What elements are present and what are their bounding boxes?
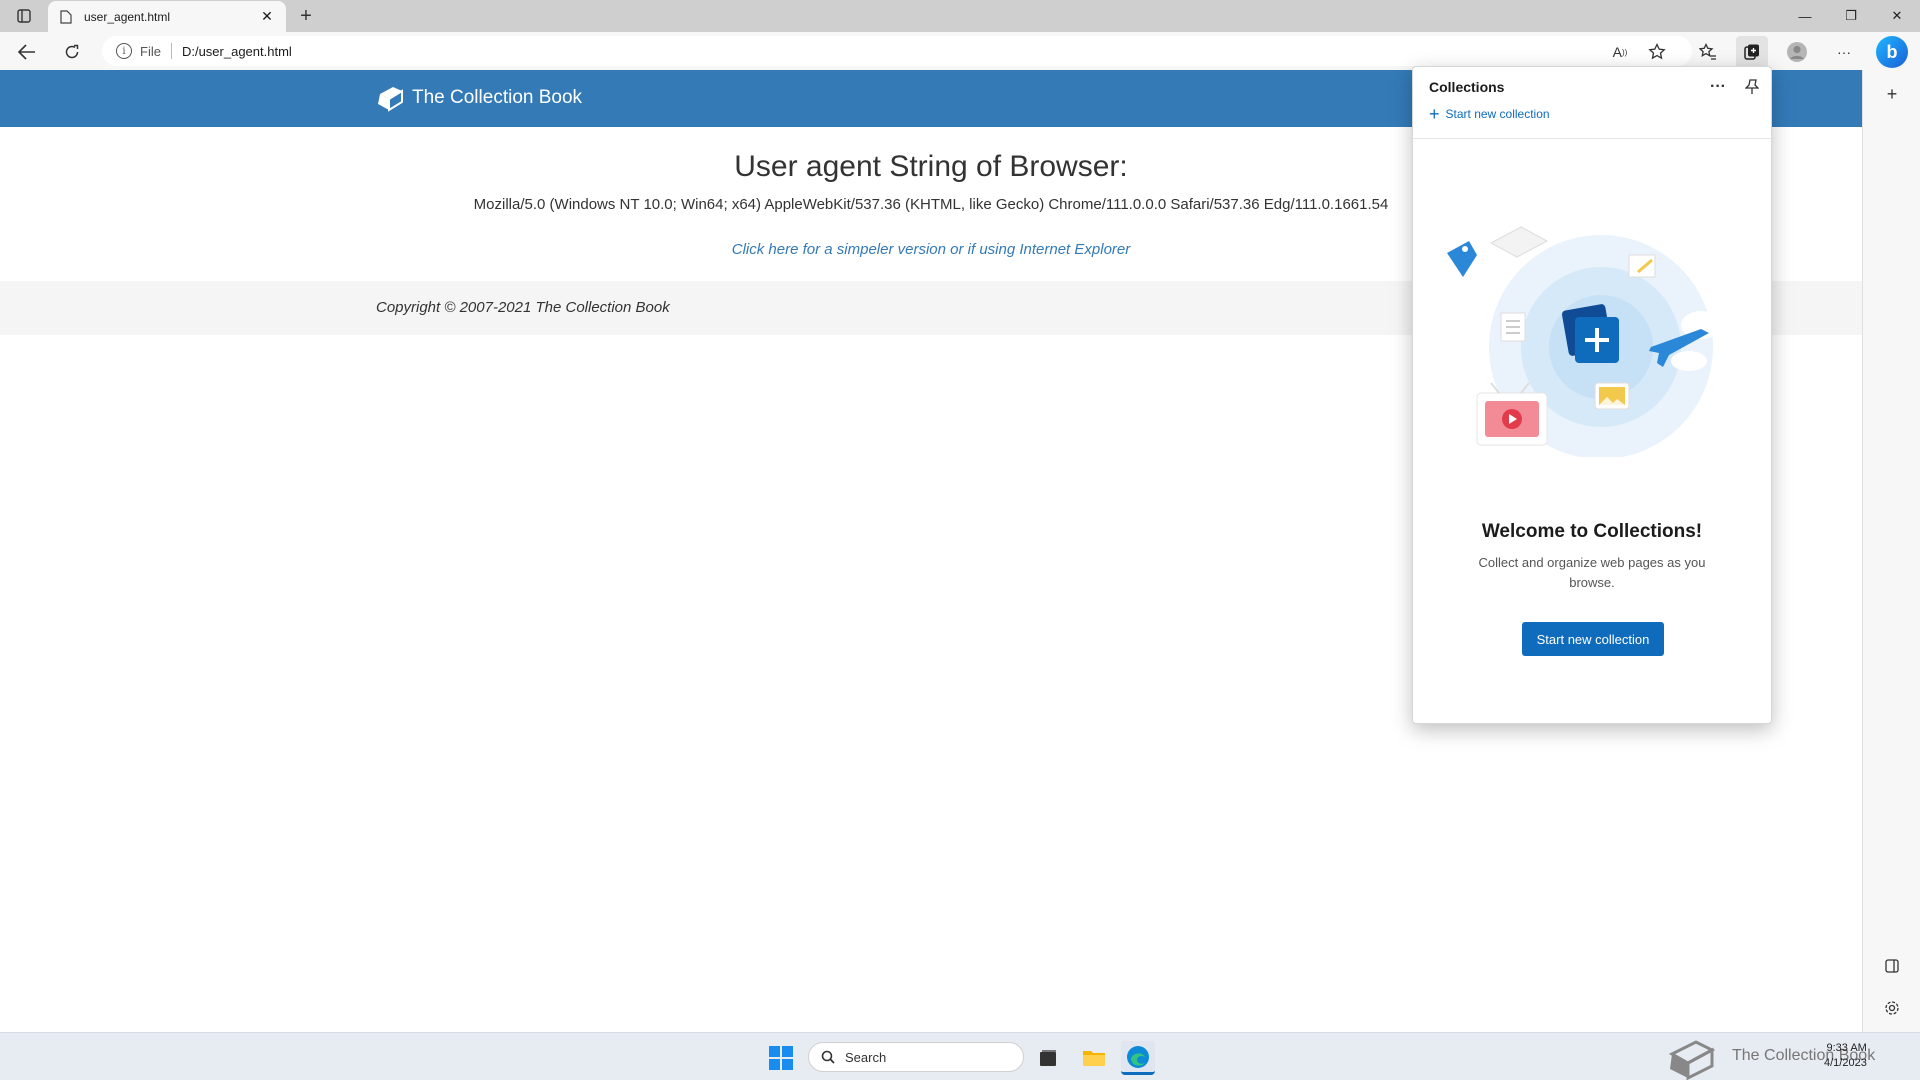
new-tab-button[interactable]: +	[292, 4, 320, 28]
bing-chat-icon[interactable]: b	[1876, 36, 1908, 68]
tab-actions-icon	[17, 9, 31, 23]
url-text: D:/user_agent.html	[181, 43, 292, 59]
task-view-icon[interactable]	[1031, 1041, 1065, 1075]
hide-sidebar-icon[interactable]	[1876, 950, 1908, 982]
start-new-collection-button[interactable]: Start new collection	[1522, 622, 1664, 656]
info-icon[interactable]: i	[116, 43, 132, 59]
file-icon	[58, 9, 74, 25]
search-icon	[821, 1050, 835, 1064]
brand-name: The Collection Book	[412, 87, 583, 108]
taskbar-search-input[interactable]: Search	[808, 1042, 1024, 1072]
url-separator	[170, 43, 172, 59]
plus-icon: +	[1429, 104, 1440, 124]
panel-divider	[1413, 138, 1771, 139]
collections-panel: Collections ··· + Start new collection W…	[1412, 66, 1772, 724]
taskbar: Search The Collection Book 9:33 AM 4/1/2…	[0, 1032, 1920, 1080]
collections-more-button[interactable]: ···	[1703, 75, 1733, 99]
restore-button[interactable]: ❐	[1828, 0, 1874, 32]
url-scheme: File	[140, 43, 161, 59]
collections-icon[interactable]	[1736, 36, 1768, 68]
search-placeholder: Search	[845, 1049, 887, 1065]
favorites-icon[interactable]	[1692, 36, 1724, 68]
sidebar-add-button[interactable]: +	[1876, 78, 1908, 110]
brand-link[interactable]: The Collection Book	[376, 84, 582, 112]
browser-toolbar: i File D:/user_agent.html A)) ···	[0, 32, 1920, 70]
collections-title: Collections	[1429, 79, 1505, 95]
back-button[interactable]	[11, 36, 43, 68]
pin-icon[interactable]	[1737, 75, 1767, 99]
file-explorer-icon[interactable]	[1077, 1041, 1111, 1075]
windows-start-icon[interactable]	[768, 1045, 794, 1071]
read-aloud-icon[interactable]: A))	[1604, 36, 1636, 68]
tab-strip: user_agent.html ✕ + — ❐ ✕	[0, 0, 1920, 32]
settings-more-icon[interactable]: ···	[1828, 36, 1860, 68]
tab-actions-button[interactable]	[8, 4, 40, 28]
refresh-button[interactable]	[56, 36, 88, 68]
start-new-collection-link[interactable]: + Start new collection	[1429, 105, 1550, 123]
close-window-button[interactable]: ✕	[1874, 0, 1920, 32]
add-favorite-icon[interactable]	[1641, 36, 1673, 68]
collections-illustration	[1447, 226, 1721, 457]
system-clock[interactable]: 9:33 AM 4/1/2023	[1824, 1041, 1867, 1071]
back-arrow-icon	[18, 44, 35, 60]
refresh-icon	[65, 44, 79, 59]
copyright-text: Copyright © 2007-2021 The Collection Boo…	[376, 299, 670, 316]
welcome-title: Welcome to Collections!	[1481, 521, 1703, 542]
tab-user-agent[interactable]: user_agent.html ✕	[48, 1, 286, 32]
profile-avatar[interactable]	[1781, 36, 1813, 68]
sidebar-settings-icon[interactable]	[1876, 992, 1908, 1024]
book-watermark-icon	[1668, 1040, 1716, 1080]
clock-date: 4/1/2023	[1824, 1057, 1867, 1069]
book-logo-icon	[378, 87, 403, 112]
tag-icon	[1447, 241, 1477, 277]
address-bar[interactable]: i File D:/user_agent.html	[102, 36, 1692, 66]
tab-title: user_agent.html	[84, 9, 171, 24]
start-new-collection-label: Start new collection	[1445, 107, 1550, 121]
minimize-button[interactable]: —	[1782, 0, 1828, 32]
welcome-description: Collect and organize web pages as you br…	[1478, 555, 1706, 590]
tab-close-icon[interactable]: ✕	[258, 8, 276, 26]
edge-taskbar-icon[interactable]	[1121, 1041, 1155, 1075]
edge-sidebar: +	[1862, 70, 1920, 1032]
clock-time: 9:33 AM	[1826, 1042, 1867, 1054]
